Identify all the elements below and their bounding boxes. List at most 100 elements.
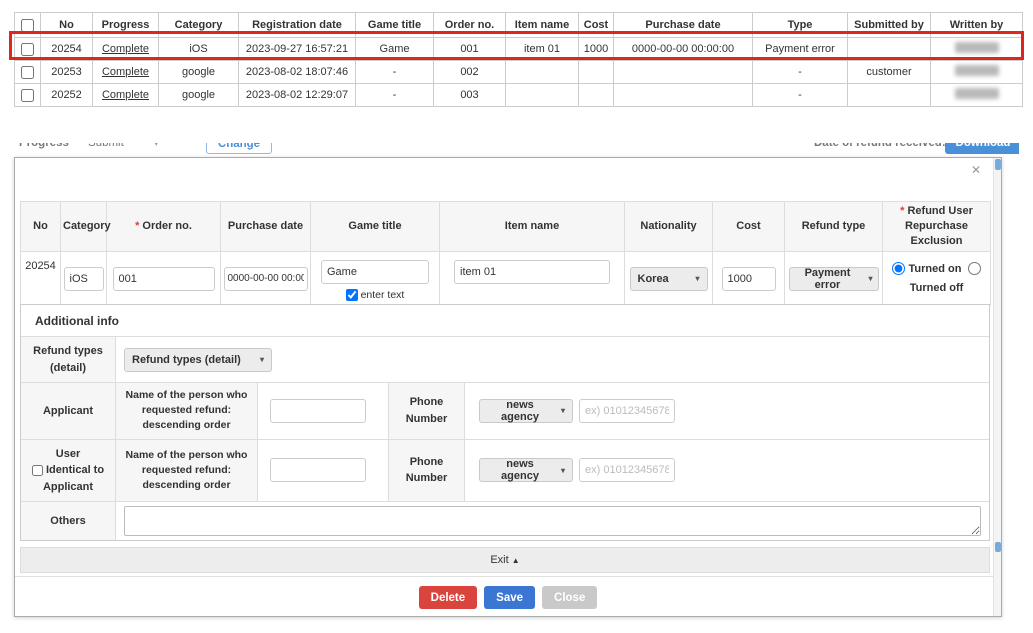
category-field[interactable] (64, 267, 104, 291)
modal-scrollbar[interactable] (993, 158, 1001, 616)
carrier-select[interactable]: news agency▾ (479, 399, 573, 423)
item-name-field[interactable] (454, 260, 610, 284)
table-row: 20254 Complete iOS 2023-09-27 16:57:21 G… (15, 38, 1023, 61)
col-header-written-by: Written by (931, 13, 1023, 38)
redacted-written-by (955, 88, 999, 99)
caret-down-icon: ▾ (154, 143, 159, 154)
cell-game-title: - (356, 61, 434, 84)
cell-registration-date: 2023-08-02 12:29:07 (239, 84, 356, 107)
col-header-cost: Cost (579, 13, 614, 38)
game-title-field[interactable] (321, 260, 429, 284)
col-header-repurchase-exclusion: * Refund User Repurchase Exclusion (883, 202, 991, 252)
col-header-refund-type: Refund type (785, 202, 883, 252)
applicant-name-desc: Name of the person who requested refund:… (116, 383, 258, 439)
col-header-purchase-date: Purchase date (221, 202, 311, 252)
select-all-checkbox[interactable] (21, 19, 34, 32)
user-identical-checkbox[interactable] (32, 465, 43, 476)
nationality-select[interactable]: Korea▾ (630, 267, 708, 291)
additional-info-section: Additional info Refund types (detail) Re… (20, 304, 990, 573)
col-header-game-title: Game title (356, 13, 434, 38)
phone-number-label: PhoneNumber (389, 440, 465, 502)
caret-down-icon: ▾ (561, 466, 565, 475)
cell-cost (579, 61, 614, 84)
user-phone-field[interactable] (579, 458, 675, 482)
cell-category: google (159, 61, 239, 84)
cell-purchase-date (614, 84, 753, 107)
col-header-registration-date: Registration date (239, 13, 356, 38)
progress-link[interactable]: Complete (102, 89, 149, 101)
caret-down-icon: ▾ (561, 406, 565, 415)
refund-types-label: Refund types (detail) (21, 337, 116, 382)
refund-types-select[interactable]: Refund types (detail)▾ (124, 348, 272, 372)
redacted-written-by (955, 42, 999, 53)
clipped-toolbar-strip: Progress Submit ▾ Change Date of refund … (14, 143, 1019, 156)
applicant-name-field[interactable] (270, 399, 366, 423)
order-no-field[interactable] (113, 267, 215, 291)
cell-registration-date: 2023-09-27 16:57:21 (239, 38, 356, 61)
submit-dropdown[interactable]: Submit (88, 143, 124, 154)
cell-no: 20254 (41, 38, 93, 61)
col-header-type: Type (753, 13, 848, 38)
applicant-phone-field[interactable] (579, 399, 675, 423)
turned-off-radio[interactable] (968, 262, 981, 275)
row-checkbox[interactable] (21, 89, 34, 102)
cell-type: - (753, 61, 848, 84)
delete-button[interactable]: Delete (419, 586, 478, 609)
cell-registration-date: 2023-08-02 18:07:46 (239, 61, 356, 84)
scrollbar-thumb[interactable] (995, 542, 1001, 552)
cell-purchase-date: 0000-00-00 00:00:00 (614, 38, 753, 61)
refund-received-label: Date of refund received: (814, 143, 946, 154)
user-name-desc: Name of the person who requested refund:… (116, 440, 258, 502)
close-icon[interactable]: ✕ (971, 164, 981, 176)
cell-category: iOS (159, 38, 239, 61)
col-header-item-name: Item name (506, 13, 579, 38)
progress-link[interactable]: Complete (102, 66, 149, 78)
caret-down-icon: ▾ (260, 355, 264, 364)
cell-order-no: 003 (434, 84, 506, 107)
change-button[interactable]: Change (206, 143, 272, 154)
record-no: 20254 (21, 252, 61, 306)
redacted-written-by (955, 65, 999, 76)
enter-text-checkbox[interactable] (346, 289, 358, 301)
turned-off-label: Turned off (910, 282, 964, 294)
cell-game-title: - (356, 84, 434, 107)
exit-collapse-button[interactable]: Exit ▲ (20, 547, 990, 573)
caret-down-icon: ▾ (934, 143, 939, 154)
refund-edit-table: No Category * Order no. Purchase date Ga… (20, 201, 991, 306)
enter-text-label: enter text (361, 289, 405, 301)
download-button[interactable]: Download (945, 143, 1019, 154)
others-textarea[interactable] (124, 506, 981, 536)
cost-field[interactable] (722, 267, 776, 291)
table-row: 20253 Complete google 2023-08-02 18:07:4… (15, 61, 1023, 84)
phone-number-label: PhoneNumber (389, 383, 465, 439)
progress-label: Progress (19, 143, 69, 154)
form-header-row: No Category * Order no. Purchase date Ga… (21, 202, 991, 252)
scrollbar-thumb[interactable] (995, 159, 1001, 170)
col-header-order-no: Order no. (434, 13, 506, 38)
cell-order-no: 001 (434, 38, 506, 61)
applicant-row: Applicant Name of the person who request… (21, 383, 989, 440)
col-header-submitted-by: Submitted by (848, 13, 931, 38)
row-checkbox[interactable] (21, 43, 34, 56)
row-checkbox[interactable] (21, 66, 34, 79)
col-header-order-no: * Order no. (107, 202, 221, 252)
col-header-no: No (21, 202, 61, 252)
cell-order-no: 002 (434, 61, 506, 84)
col-header-no: No (41, 13, 93, 38)
save-button[interactable]: Save (484, 586, 535, 609)
turned-on-radio[interactable] (892, 262, 905, 275)
caret-down-icon: ▾ (695, 274, 699, 283)
cell-item-name: item 01 (506, 38, 579, 61)
cell-type: - (753, 84, 848, 107)
refund-detail-modal: ✕ No Category * Order no. Purchase date … (14, 157, 1002, 617)
purchase-date-field[interactable] (224, 267, 308, 291)
user-name-field[interactable] (270, 458, 366, 482)
close-button[interactable]: Close (542, 586, 597, 609)
required-mark: * (900, 205, 904, 217)
col-header-purchase-date: Purchase date (614, 13, 753, 38)
progress-link[interactable]: Complete (102, 43, 149, 55)
table-row: 20252 Complete google 2023-08-02 12:29:0… (15, 84, 1023, 107)
carrier-select[interactable]: news agency▾ (479, 458, 573, 482)
refund-type-select[interactable]: Payment error▾ (789, 267, 879, 291)
cell-type: Payment error (753, 38, 848, 61)
